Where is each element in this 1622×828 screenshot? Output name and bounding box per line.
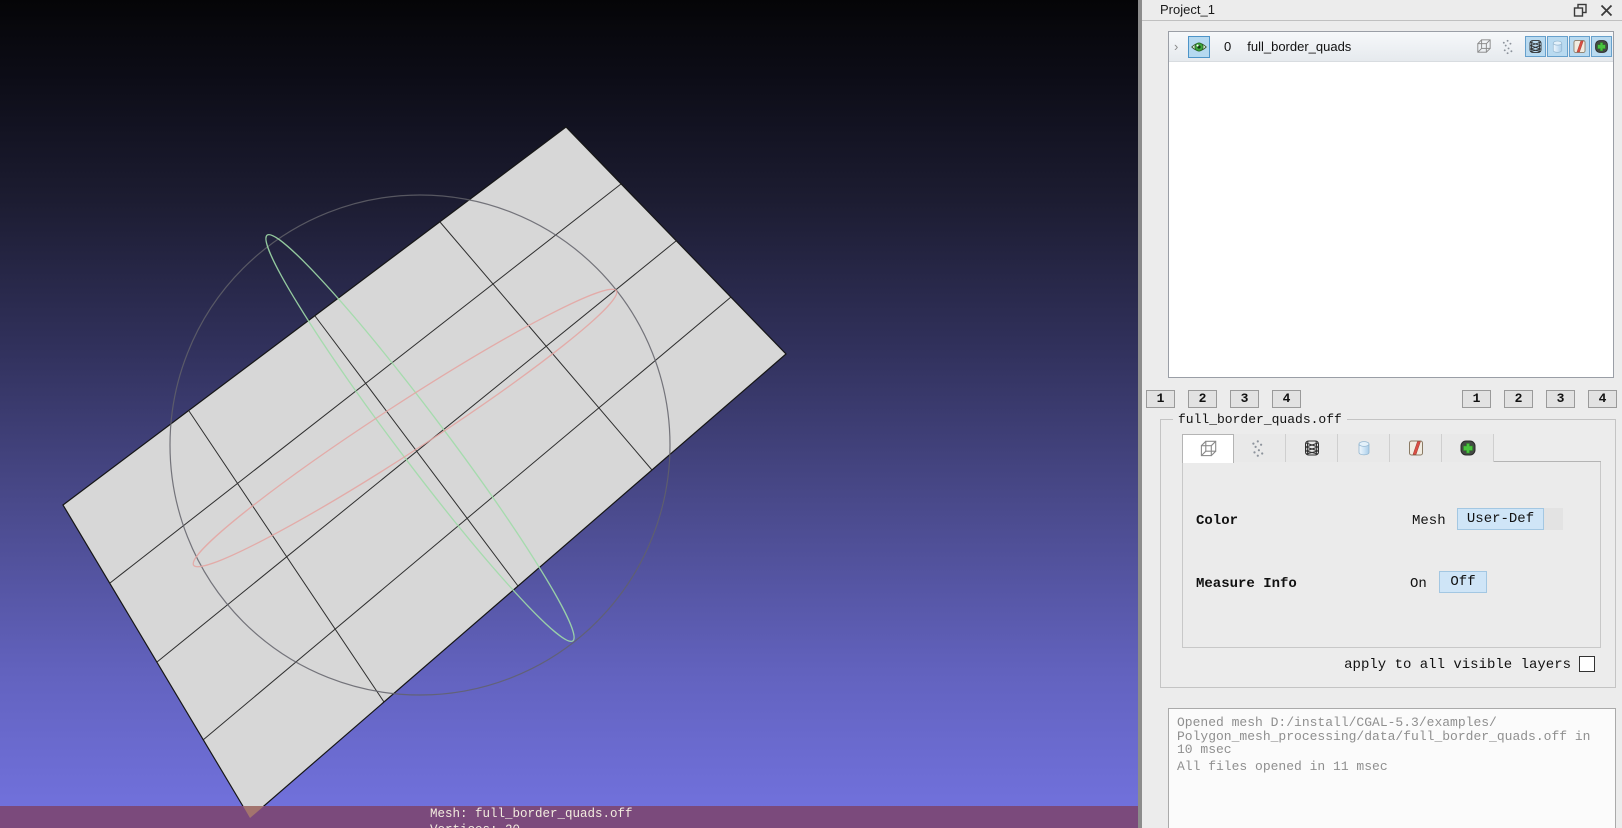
viewport-statusbar: Mesh: full_border_quads.off Vertices: 20 [0,806,1138,828]
bbox-icon [1197,438,1219,460]
color-userdef-button[interactable]: User-Def [1457,508,1544,530]
wireframe-toggle[interactable] [1525,36,1546,57]
render-mode-tabs [1182,434,1601,463]
3d-viewport[interactable]: Mesh: full_border_quads.off Vertices: 20 [0,0,1138,828]
wireframe-icon [1302,438,1322,458]
float-window-icon[interactable] [1573,3,1588,18]
eye-icon [1190,38,1208,56]
viewpoint-left-4[interactable]: 4 [1272,390,1301,408]
color-swatch[interactable] [1544,508,1563,530]
viewpoint-left-2[interactable]: 2 [1188,390,1217,408]
viewpoint-right-1[interactable]: 1 [1462,390,1491,408]
layer-row[interactable]: › 0 full_border_quads [1169,32,1613,62]
viewpoint-right-2[interactable]: 2 [1504,390,1533,408]
cylinder-icon [1354,438,1374,458]
scene-canvas: Mesh: full_border_quads.off Vertices: 20 [0,126,1138,828]
layer-name: full_border_quads [1247,39,1352,54]
layer-id: 0 [1224,39,1232,54]
expander-icon[interactable]: › [1174,40,1186,53]
dock-titlebar[interactable]: Project_1 [1142,0,1622,21]
dock-title: Project_1 [1160,2,1215,17]
meshlab-window: Mesh: full_border_quads.off Vertices: 20… [0,0,1622,828]
flat-shading-icon [1406,438,1426,458]
bbox-toggle[interactable] [1472,36,1494,58]
color-mesh-option[interactable]: Mesh [1412,513,1446,529]
log-output[interactable]: Opened mesh D:/install/CGAL-5.3/examples… [1168,708,1616,828]
cylinder-icon [1549,38,1566,55]
viewpoint-left-3[interactable]: 3 [1230,390,1259,408]
render-options-page: Color Mesh User-Def Measure Info On Off [1182,462,1601,648]
log-line: Polygon_mesh_processing/data/full_border… [1177,728,1591,744]
tab-bbox[interactable] [1182,434,1234,463]
log-line: All files opened in 11 msec [1177,758,1388,774]
viewpoint-left-1[interactable]: 1 [1146,390,1175,408]
log-line: Opened mesh D:/install/CGAL-5.3/examples… [1177,715,1497,730]
points-icon [1500,37,1519,56]
measure-on-option[interactable]: On [1410,576,1427,592]
viewpoint-right-3[interactable]: 3 [1546,390,1575,408]
points-toggle[interactable] [1498,36,1520,58]
points-icon [1249,437,1271,459]
bbox-icon [1474,37,1493,56]
viewpoint-right-4[interactable]: 4 [1588,390,1617,408]
apply-all-layers-checkbox[interactable] [1579,656,1595,672]
color-label: Color [1196,513,1239,529]
groupbox-title: full_border_quads.off [1173,412,1347,427]
status-mesh-name: Mesh: full_border_quads.off [430,807,633,821]
tab-points[interactable] [1234,434,1286,462]
log-line: 10 msec [1177,742,1232,757]
smooth-toggle[interactable] [1591,36,1612,57]
wireframe-icon [1527,38,1544,55]
smooth-shading-icon [1458,438,1478,458]
smooth-shading-icon [1593,38,1610,55]
tab-wireframe[interactable] [1286,434,1338,462]
measure-off-button[interactable]: Off [1439,571,1487,593]
status-vertices: Vertices: 20 [430,823,520,828]
visibility-toggle[interactable] [1188,35,1210,58]
close-icon[interactable] [1599,3,1614,18]
layer-list: › 0 full_border_quads [1168,31,1614,378]
flat-shading-icon [1571,38,1588,55]
tab-solid[interactable] [1338,434,1390,462]
apply-all-layers-label: apply to all visible layers [1344,657,1571,673]
solid-toggle[interactable] [1547,36,1568,57]
layer-render-toggles [1472,36,1612,58]
apply-all-layers-row: apply to all visible layers [1161,656,1617,673]
layer-dock-panel: Project_1 › 0 full_border_quads 1 2 3 4 … [1142,0,1622,828]
measure-info-label: Measure Info [1196,576,1297,592]
tab-smooth[interactable] [1442,434,1494,462]
mesh-render-groupbox: full_border_quads.off Color Mesh User-De… [1160,412,1617,688]
tab-flat[interactable] [1390,434,1442,462]
flat-toggle[interactable] [1569,36,1590,57]
